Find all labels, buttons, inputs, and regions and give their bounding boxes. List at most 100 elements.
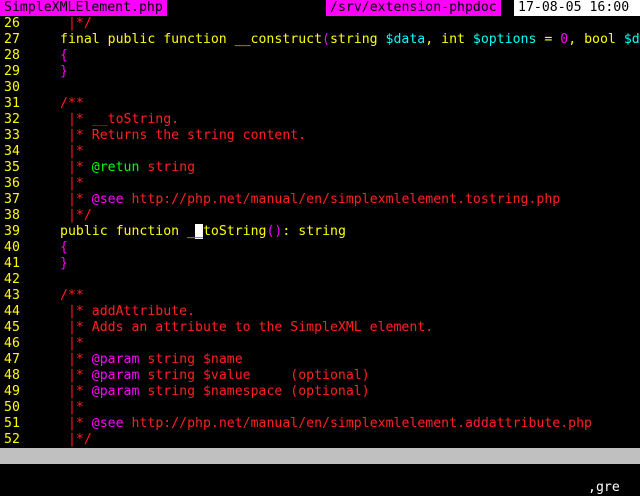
- code-line[interactable]: 30: [0, 80, 640, 96]
- code-line[interactable]: 26 |*/: [0, 16, 640, 32]
- code-text: |* Returns the string content.: [60, 128, 306, 144]
- code-token: (: [322, 32, 330, 47]
- code-token: * __toString.: [75, 112, 180, 127]
- code-line[interactable]: 43 /**: [0, 288, 640, 304]
- line-number: 49: [4, 384, 20, 399]
- code-line[interactable]: 31 /**: [0, 96, 640, 112]
- code-token: *: [75, 144, 84, 159]
- code-text: |* @see http://php.net/manual/en/simplex…: [60, 192, 560, 208]
- code-token: |: [67, 368, 76, 383]
- code-line[interactable]: 46 |*: [0, 336, 640, 352]
- code-token: * Returns the string content.: [75, 128, 307, 143]
- line-number: 43: [4, 288, 20, 303]
- code-token: |: [67, 432, 76, 447]
- code-line[interactable]: 38 |*/: [0, 208, 640, 224]
- line-number: 29: [4, 64, 20, 79]
- line-number: 36: [4, 176, 20, 191]
- code-line[interactable]: 51 |* @see http://php.net/manual/en/simp…: [0, 416, 640, 432]
- line-number: 45: [4, 320, 20, 335]
- code-text: |*: [60, 400, 84, 416]
- code-token: @retun: [91, 160, 140, 175]
- code-text: |* @param string $value (optional): [60, 368, 370, 384]
- code-token: $d: [623, 32, 640, 47]
- code-token: */: [75, 208, 92, 223]
- code-text: |* addAttribute.: [60, 304, 195, 320]
- tabline-path: /srv/extension-phpdoc: [326, 0, 501, 16]
- code-line[interactable]: 33 |* Returns the string content.: [0, 128, 640, 144]
- code-token: @param: [91, 368, 140, 383]
- code-token: |: [67, 352, 76, 367]
- code-line[interactable]: 37 |* @see http://php.net/manual/en/simp…: [0, 192, 640, 208]
- code-token: *: [75, 176, 84, 191]
- code-line[interactable]: 48 |* @param string $value (optional): [0, 368, 640, 384]
- line-number: 31: [4, 96, 20, 111]
- code-text: public function __toString(): string: [60, 224, 346, 240]
- code-token: _: [187, 224, 195, 239]
- code-line[interactable]: 34 |*: [0, 144, 640, 160]
- tabline-datetime: 17-08-05 16:00: [514, 0, 640, 16]
- code-token: bool: [584, 32, 624, 47]
- line-number: 46: [4, 336, 20, 351]
- code-line[interactable]: 49 |* @param string $namespace (optional…: [0, 384, 640, 400]
- command-line-text: ,gre: [588, 480, 620, 495]
- code-token: * addAttribute.: [75, 304, 195, 319]
- code-line[interactable]: 27 final public function __construct(stri…: [0, 32, 640, 48]
- line-number: 27: [4, 32, 20, 47]
- tab-file[interactable]: SimpleXMLElement.php: [0, 0, 167, 16]
- code-token: *: [75, 336, 84, 351]
- code-line[interactable]: 28 {: [0, 48, 640, 64]
- code-text: |* __toString.: [60, 112, 179, 128]
- code-line[interactable]: 39 public function __toString(): string: [0, 224, 640, 240]
- code-line[interactable]: 40 {: [0, 240, 640, 256]
- code-token: ,: [425, 32, 442, 47]
- code-token: }: [60, 256, 68, 271]
- code-line[interactable]: 50 |*: [0, 400, 640, 416]
- code-line[interactable]: 29}: [0, 64, 640, 80]
- code-token: |: [67, 144, 76, 159]
- line-number: 30: [4, 80, 20, 95]
- code-line[interactable]: 41}: [0, 256, 640, 272]
- statusline: SimpleXMLElement.php 39/: [0, 448, 640, 495]
- code-token: int: [441, 32, 473, 47]
- code-token: /**: [60, 288, 84, 303]
- code-line[interactable]: 47 |* @param string $name: [0, 352, 640, 368]
- code-token: |: [67, 304, 76, 319]
- code-line[interactable]: 35 |* @retun string: [0, 160, 640, 176]
- code-token: http://php.net/manual/en/simplexmlelemen…: [123, 416, 593, 431]
- command-line[interactable]: ,gre: [0, 464, 640, 495]
- line-number: 33: [4, 128, 20, 143]
- code-text: |* @param string $name: [60, 352, 243, 368]
- code-token: |: [67, 160, 76, 175]
- code-token: *: [75, 400, 84, 415]
- code-line[interactable]: 36 |*: [0, 176, 640, 192]
- code-text: |*/: [60, 432, 92, 448]
- line-number: 32: [4, 112, 20, 127]
- editor-buffer[interactable]: 26 |*/27 final public function __construc…: [0, 16, 640, 448]
- code-token: @see: [91, 192, 124, 207]
- line-number: 48: [4, 368, 20, 383]
- code-text: {: [60, 48, 68, 64]
- code-line[interactable]: 32 |* __toString.: [0, 112, 640, 128]
- code-line[interactable]: 42: [0, 272, 640, 288]
- code-line[interactable]: 44 |* addAttribute.: [0, 304, 640, 320]
- code-text: |* @see http://php.net/manual/en/simplex…: [60, 416, 592, 432]
- code-token: |: [67, 208, 76, 223]
- code-line[interactable]: 52 |*/: [0, 432, 640, 448]
- code-line[interactable]: 45 |* Adds an attribute to the SimpleXML…: [0, 320, 640, 336]
- code-token: $options: [472, 32, 537, 47]
- code-token: |: [67, 16, 76, 31]
- code-token: @param: [91, 352, 140, 367]
- code-text: |*: [60, 144, 84, 160]
- code-token: string: [139, 160, 196, 175]
- code-text: |*: [60, 336, 84, 352]
- code-token: : string: [282, 224, 346, 239]
